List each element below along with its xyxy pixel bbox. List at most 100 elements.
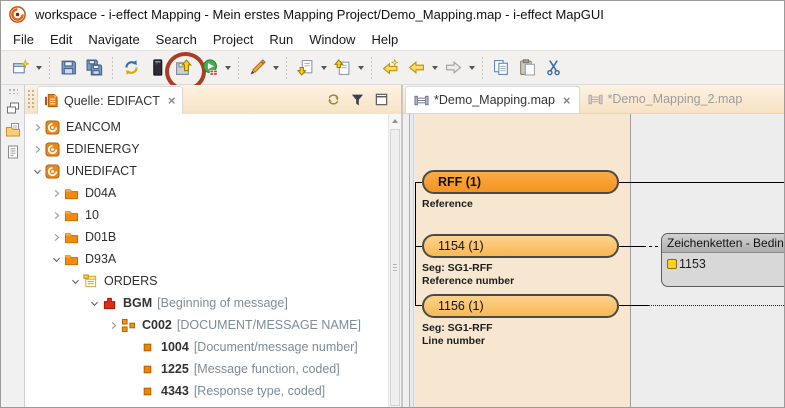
element-icon bbox=[139, 339, 156, 355]
tree-item-label: D01B bbox=[85, 230, 116, 244]
folder-icon bbox=[63, 251, 80, 267]
forward-button[interactable] bbox=[441, 55, 465, 81]
segment-icon bbox=[101, 295, 118, 311]
tree-item-label: BGM bbox=[123, 296, 152, 310]
folder-icon bbox=[63, 229, 80, 245]
back-dropdown[interactable] bbox=[429, 55, 440, 81]
refresh-button[interactable] bbox=[119, 55, 143, 81]
chevron-right-icon[interactable] bbox=[50, 187, 63, 200]
maximize-icon bbox=[374, 92, 389, 107]
maximize-button[interactable] bbox=[371, 90, 391, 110]
menu-project[interactable]: Project bbox=[205, 30, 261, 49]
chevron-right-icon[interactable] bbox=[31, 121, 44, 134]
import-button[interactable] bbox=[293, 55, 317, 81]
editor-tab-2[interactable]: *Demo_Mapping_2.map bbox=[580, 85, 751, 113]
chevron-down-icon[interactable] bbox=[69, 275, 82, 288]
forward-dropdown[interactable] bbox=[466, 55, 477, 81]
run-dropdown[interactable] bbox=[222, 55, 233, 81]
tree-item-unedifact[interactable]: UNEDIFACT bbox=[25, 160, 389, 182]
tree-item-c002[interactable]: C002[DOCUMENT/MESSAGE NAME] bbox=[25, 314, 389, 336]
function-box-zeichenketten[interactable]: Zeichenketten - Beding1153 bbox=[661, 233, 784, 287]
node-1154[interactable]: 1154 (1) bbox=[422, 234, 619, 258]
run-button[interactable] bbox=[197, 55, 221, 81]
navigator-button[interactable] bbox=[3, 120, 23, 140]
tree-item-1225[interactable]: 1225 [Message function, coded] bbox=[25, 358, 389, 380]
tree-item-label: 1225 bbox=[161, 362, 189, 376]
menu-window[interactable]: Window bbox=[301, 30, 363, 49]
cut-button[interactable] bbox=[541, 55, 565, 81]
back-button[interactable] bbox=[404, 55, 428, 81]
tree-item-1004[interactable]: 1004[Document/message number] bbox=[25, 336, 389, 358]
tree-item-dtm[interactable]: DTM[Date/time/period] bbox=[25, 402, 389, 408]
chevron-right-icon[interactable] bbox=[50, 209, 63, 222]
node-sublabel: Reference bbox=[422, 198, 473, 210]
map-file-icon bbox=[414, 93, 434, 108]
menu-help[interactable]: Help bbox=[363, 30, 406, 49]
tree-item-eancom[interactable]: EANCOM bbox=[25, 116, 389, 138]
chevron-down-icon[interactable] bbox=[50, 253, 63, 266]
menu-file[interactable]: File bbox=[5, 30, 42, 49]
tree-item-4343[interactable]: 4343[Response type, coded] bbox=[25, 380, 389, 402]
paste-button[interactable] bbox=[515, 55, 539, 81]
tree-item-d93a[interactable]: D93A bbox=[25, 248, 389, 270]
chevron-down-icon[interactable] bbox=[31, 165, 44, 178]
new-dropdown[interactable] bbox=[33, 55, 44, 81]
save-map-icon bbox=[175, 59, 192, 76]
node-1156[interactable]: 1156 (1) bbox=[422, 294, 619, 318]
toolbar-separator bbox=[112, 57, 113, 79]
scrollbar-thumb[interactable] bbox=[390, 129, 400, 406]
menu-edit[interactable]: Edit bbox=[42, 30, 80, 49]
chevron-down-icon[interactable] bbox=[88, 297, 101, 310]
mapping-canvas[interactable]: RFF (1)Reference1154 (1)Seg: SG1-RFFRefe… bbox=[403, 114, 784, 408]
export-dropdown[interactable] bbox=[355, 55, 366, 81]
menu-search[interactable]: Search bbox=[148, 30, 205, 49]
import-icon bbox=[297, 59, 314, 76]
function-box-item-label: 1153 bbox=[679, 257, 706, 271]
chevron-right-icon[interactable] bbox=[107, 319, 120, 332]
function-box-item[interactable]: 1153 bbox=[662, 253, 784, 271]
close-icon[interactable]: × bbox=[563, 94, 571, 107]
link-with-editor-button[interactable] bbox=[323, 90, 343, 110]
chevron-right-icon[interactable] bbox=[50, 231, 63, 244]
new-button[interactable] bbox=[8, 55, 32, 81]
scroll-up-button[interactable] bbox=[389, 114, 401, 128]
import-dropdown[interactable] bbox=[318, 55, 329, 81]
tree-item-orders[interactable]: ORDERS bbox=[25, 270, 389, 292]
tree-item-10[interactable]: 10 bbox=[25, 204, 389, 226]
copy-button[interactable] bbox=[489, 55, 513, 81]
run-icon bbox=[201, 59, 218, 76]
export-button[interactable] bbox=[330, 55, 354, 81]
console-button[interactable] bbox=[145, 55, 169, 81]
tree-item-edienergy[interactable]: EDIENERGY bbox=[25, 138, 389, 160]
back-with-new-button[interactable] bbox=[378, 55, 402, 81]
node-rff[interactable]: RFF (1) bbox=[422, 170, 619, 194]
refresh-icon bbox=[123, 59, 140, 76]
canvas-source-column bbox=[415, 114, 631, 408]
canvas-left-rail bbox=[403, 114, 410, 408]
highlighter-button[interactable] bbox=[245, 55, 269, 81]
close-icon[interactable]: × bbox=[168, 94, 176, 107]
tree-item-description: [Response type, coded] bbox=[194, 384, 325, 398]
tree-scrollbar[interactable] bbox=[388, 114, 401, 408]
tree-item-bgm[interactable]: BGM[Beginning of message] bbox=[25, 292, 389, 314]
tab-quelle-edifact[interactable]: Quelle: EDIFACT × bbox=[37, 86, 183, 114]
save-all-button[interactable] bbox=[82, 55, 106, 81]
tree-item-d04a[interactable]: D04A bbox=[25, 182, 389, 204]
filter-button[interactable] bbox=[347, 90, 367, 110]
menu-run[interactable]: Run bbox=[261, 30, 301, 49]
restore-views-button[interactable] bbox=[3, 98, 23, 118]
outline-button[interactable] bbox=[3, 142, 23, 162]
tree-item-d01b[interactable]: D01B bbox=[25, 226, 389, 248]
save-map-button[interactable] bbox=[171, 55, 195, 81]
drag-handle bbox=[27, 89, 36, 110]
editor-tab-1[interactable]: *Demo_Mapping.map× bbox=[405, 86, 580, 113]
window-title: workspace - i-effect Mapping - Mein erst… bbox=[35, 7, 604, 22]
orders-icon bbox=[82, 273, 99, 289]
connector-1154-solid bbox=[619, 246, 643, 247]
tree-item-description: [Message function, coded] bbox=[194, 362, 340, 376]
highlighter-dropdown[interactable] bbox=[270, 55, 281, 81]
edifact-tree: EANCOMEDIENERGYUNEDIFACTD04A10 D01B D93AOR… bbox=[25, 114, 401, 408]
menu-navigate[interactable]: Navigate bbox=[80, 30, 147, 49]
chevron-right-icon[interactable] bbox=[31, 143, 44, 156]
save-button[interactable] bbox=[56, 55, 80, 81]
